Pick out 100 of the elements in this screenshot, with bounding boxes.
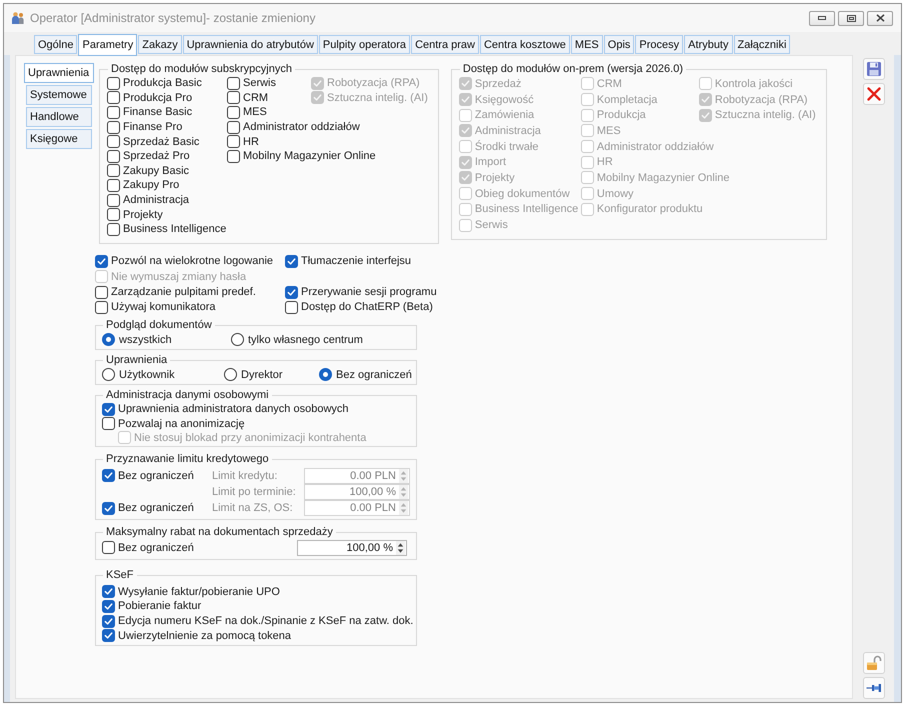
group-title: Dostęp do modułów on-prem (wersja 2026.0) [462, 63, 684, 76]
checkbox[interactable] [102, 469, 115, 482]
radio-button[interactable] [231, 333, 244, 346]
checkbox-label: Pozwalaj na anonimizację [118, 418, 245, 430]
group-title: Podgląd dokumentów [105, 319, 213, 332]
side-tab[interactable]: Handlowe [26, 107, 92, 127]
checkbox[interactable] [107, 194, 120, 207]
maximize-button[interactable] [838, 10, 864, 26]
checkbox[interactable] [107, 178, 120, 192]
checkbox[interactable] [107, 91, 120, 104]
side-tab[interactable]: Księgowe [26, 129, 92, 149]
tab[interactable]: Uprawnienia do atrybutów [182, 35, 318, 54]
checkbox[interactable] [102, 585, 115, 598]
tab[interactable]: Załączniki [734, 35, 790, 54]
checkbox-label: Bez ograniczeń [118, 542, 194, 554]
group-title: Dostęp do modułów subskrypcyjnych [110, 63, 293, 76]
checkbox-label: CRM [596, 78, 622, 90]
users-icon [11, 11, 25, 25]
tab[interactable]: Pulpity operatora [318, 35, 410, 54]
checkbox[interactable] [227, 120, 240, 134]
checkbox-label: Produkcja Pro [123, 92, 192, 104]
checkbox-label: MES [243, 106, 267, 118]
radio-button[interactable] [319, 368, 332, 382]
checkbox[interactable] [95, 286, 108, 298]
checkbox-label: Serwis [474, 219, 508, 232]
checkbox[interactable] [107, 106, 120, 119]
tab[interactable]: Zakazy [138, 35, 182, 54]
checkbox-label: Sprzedaż Pro [123, 150, 190, 162]
checkbox[interactable] [285, 286, 298, 298]
radio-button[interactable] [224, 368, 237, 382]
spin-arrows-icon[interactable] [396, 540, 405, 555]
checkbox-label: Projekty [123, 208, 163, 221]
checkbox[interactable] [102, 629, 115, 642]
checkbox-label: Mobilny Magazynier Online [596, 172, 730, 184]
checkbox[interactable] [102, 600, 115, 613]
close-icon [876, 14, 884, 22]
checkbox[interactable] [107, 222, 120, 236]
tab[interactable]: Ogólne [34, 35, 78, 54]
tab[interactable]: Procesy [635, 35, 684, 54]
checkbox-label: Zamówienia [474, 109, 534, 122]
group-title: Administracja danymi osobowymi [105, 389, 270, 402]
side-tab[interactable]: Systemowe [26, 85, 92, 105]
radio-label: wszystkich [119, 334, 172, 346]
tab[interactable]: Atrybuty [684, 35, 732, 54]
checkbox[interactable] [107, 164, 120, 178]
minimize-icon [818, 16, 826, 20]
side-tab[interactable]: Uprawnienia [24, 63, 94, 83]
padlock-icon [866, 655, 882, 671]
checkbox[interactable] [107, 120, 120, 134]
checkbox-label: Tłumaczenie interfejsu [301, 255, 412, 268]
cancel-button[interactable] [862, 83, 884, 105]
pin-button[interactable] [862, 677, 884, 699]
checkbox-label: HR [243, 136, 259, 148]
radio-button[interactable] [102, 333, 115, 346]
close-icon [866, 87, 880, 101]
radio-label: Dyrektor [241, 368, 283, 381]
maximize-icon [846, 14, 856, 22]
checkbox-label: Sprzedaż Basic [123, 136, 200, 148]
checkbox[interactable] [107, 135, 120, 148]
radio-button[interactable] [102, 368, 115, 382]
checkbox-label: Uwierzytelnienie za pomocą tokena [118, 630, 292, 642]
checkbox[interactable] [227, 135, 240, 148]
checkbox-label: Nie stosuj blokad przy anonimizacji kontrahenta [134, 432, 366, 444]
checkbox[interactable] [102, 402, 115, 416]
checkbox[interactable] [102, 541, 115, 554]
checkbox[interactable] [227, 91, 240, 104]
checkbox[interactable] [227, 106, 240, 119]
checkbox-label: Zakupy Basic [123, 164, 190, 177]
save-button[interactable] [862, 58, 884, 80]
checkbox[interactable] [227, 76, 240, 90]
checkbox[interactable] [95, 300, 108, 314]
group-title: Przyznawanie limitu kredytowego [105, 452, 270, 466]
checkbox[interactable] [107, 208, 120, 222]
checkbox[interactable] [102, 417, 115, 430]
checkbox[interactable] [102, 614, 115, 628]
checkbox[interactable] [227, 150, 240, 163]
minimize-button[interactable] [809, 10, 835, 26]
checkbox[interactable] [285, 300, 298, 314]
checkbox-label: Produkcja [596, 109, 646, 122]
field-label: Limit po terminie: [212, 486, 297, 498]
close-button[interactable] [867, 10, 893, 26]
checkbox[interactable] [107, 76, 120, 90]
checkbox[interactable] [107, 150, 120, 163]
lock-button[interactable] [862, 652, 884, 674]
tab[interactable]: Centra praw [411, 35, 479, 54]
checkbox-label: Używaj komunikatora [111, 301, 216, 314]
checkbox-label: Administrator oddziałów [596, 140, 714, 153]
tab[interactable]: Parametry [78, 34, 138, 56]
checkbox-label: Bez ograniczeń [118, 470, 194, 482]
checkbox-label: Kontrola jakości [714, 78, 793, 90]
checkbox[interactable] [285, 254, 298, 268]
checkbox-label: Nie wymuszaj zmiany hasła [111, 270, 246, 283]
tab[interactable]: Centra kosztowe [480, 35, 570, 54]
tab[interactable]: MES [570, 35, 603, 54]
checkbox[interactable] [95, 254, 108, 268]
checkbox[interactable] [102, 502, 115, 515]
number-field[interactable]: 100,00 % [297, 540, 407, 556]
tab[interactable]: Opis [604, 35, 634, 54]
checkbox-label: Sztuczna intelig. (AI) [327, 92, 428, 104]
checkbox-label: Administracja [474, 124, 541, 137]
